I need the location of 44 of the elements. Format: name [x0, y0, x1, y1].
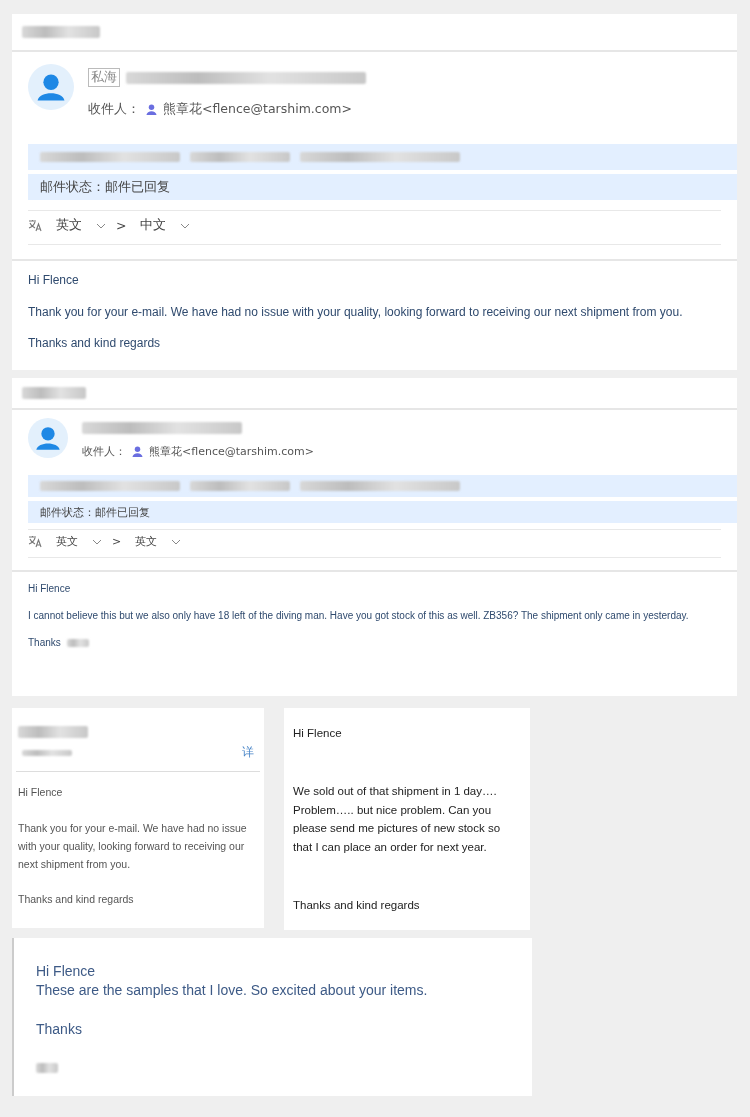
mail-status: 邮件状态：邮件已回复 [28, 501, 737, 523]
message-text: Thank you for your e-mail. We have had no issue with your quality, looking forward to receiving our next shipment from you. [18, 820, 248, 872]
avatar-icon [28, 418, 68, 458]
greeting: Hi Flence [18, 785, 64, 800]
message-text: We sold out of that shipment in 1 day…. Problem….. but nice problem. Can you please send me pictures of new stock so that I can place an order for next year. [293, 784, 502, 855]
arrow-text: > [116, 218, 127, 233]
sign-off: I cannot believe this but we also only have 18 left of the diving man. Have you got stock of this as well. ZB356? The shipment only came in yesterday. [28, 609, 690, 622]
target-language-select[interactable]: 中文 [136, 217, 171, 234]
redacted-text [18, 726, 88, 738]
caret-icon [171, 538, 182, 545]
sign-off: Thank you for your e-mail. We have had no issue with your quality, looking forward to receiving our next shipment from you. [28, 304, 684, 321]
mail-status: 邮件状态：邮件已回复 [28, 174, 737, 200]
target-language-select[interactable]: 英文 [131, 534, 162, 549]
avatar-icon [28, 64, 74, 110]
greeting: Hi Flence [36, 962, 97, 981]
details-link[interactable]: 详 [242, 744, 254, 761]
caret-icon [92, 538, 102, 545]
redacted-text [66, 638, 89, 647]
source-language-select[interactable]: 英文 [52, 217, 86, 234]
sign-off: Thanks and kind regards [28, 336, 161, 352]
person-icon [132, 446, 143, 457]
greeting: Hi Flence [28, 273, 80, 289]
greeting: Hi Flence [28, 582, 72, 595]
arrow-text: > [112, 535, 122, 548]
recipient-address: 熊章花<flence@tarshim.com> [163, 101, 352, 118]
recipient-address: 熊章花<flence@tarshim.com> [149, 444, 314, 459]
sign-off: Thanks and kind regards [293, 897, 421, 913]
redacted-text [22, 749, 72, 756]
translate-icon [28, 535, 42, 548]
redacted-text [36, 1062, 58, 1073]
sign-off: Thanks [36, 1019, 83, 1039]
caret-icon [96, 222, 106, 229]
recipient-label: 收件人： [82, 444, 126, 459]
person-icon [146, 104, 157, 115]
greeting: Hi Flence [293, 726, 343, 741]
translate-icon [28, 219, 42, 232]
sign-off: Thanks and kind regards [18, 892, 135, 908]
sender-tag: 私海 [88, 68, 120, 87]
sign-off: Thanks [28, 636, 61, 649]
redacted-text [22, 387, 86, 399]
recipient-label: 收件人： [88, 101, 140, 118]
source-language-select[interactable]: 英文 [52, 534, 82, 549]
caret-icon [180, 222, 191, 229]
message-text: These are the samples that I love. So excited about your items. [36, 980, 429, 1000]
